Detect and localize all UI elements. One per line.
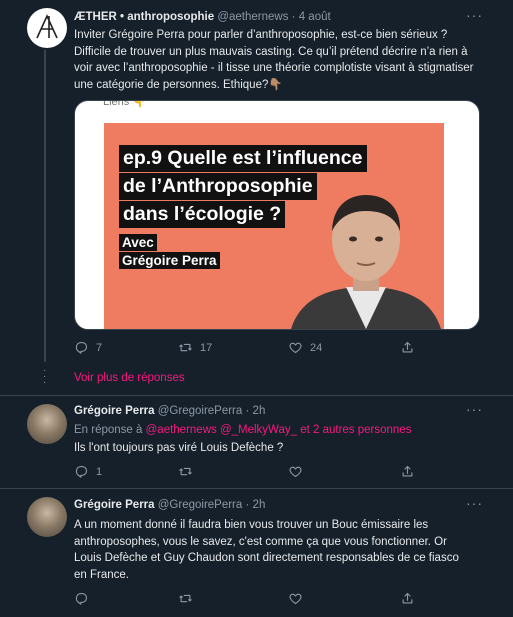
reply-context: En réponse à @aethernews @_MelkyWay_ et … [74, 422, 484, 439]
aether-logo-icon [36, 14, 58, 39]
author-handle[interactable]: @GregoirePerra [158, 499, 243, 511]
author-name[interactable]: Grégoire Perra [74, 499, 155, 511]
retweet-count: 17 [200, 341, 213, 354]
share-icon [400, 340, 415, 355]
thumb-sub-line: Grégoire Perra [119, 252, 220, 269]
retweet-icon [178, 591, 193, 606]
tweet-text: Inviter Grégoire Perra pour parler d’ant… [74, 29, 474, 91]
thumb-title-line: dans l’écologie ? [119, 201, 286, 228]
author-name[interactable]: Grégoire Perra [74, 405, 155, 417]
like-icon [288, 591, 303, 606]
more-options-icon[interactable]: ··· [466, 495, 483, 511]
share-icon [400, 464, 415, 479]
media-image[interactable]: Liens 👇 ep.9 Quelle est l’influence de l… [74, 100, 480, 330]
author-handle[interactable]: @GregoirePerra [158, 405, 243, 417]
reply-button[interactable]: 7 [74, 340, 102, 355]
retweet-icon [178, 340, 193, 355]
reply-icon [74, 340, 89, 355]
more-options-icon[interactable]: ··· [466, 7, 483, 23]
share-icon [400, 591, 415, 606]
like-icon [288, 464, 303, 479]
tweet-date[interactable]: 2h [253, 405, 266, 417]
reply-count: 1 [96, 465, 103, 478]
like-button[interactable] [288, 464, 310, 479]
thumb-title-line: ep.9 Quelle est l’influence [119, 145, 367, 172]
thumb-subtitle: Avec Grégoire Perra [119, 234, 220, 270]
share-button[interactable] [400, 340, 422, 355]
thread-line [44, 50, 46, 362]
share-button[interactable] [400, 591, 422, 606]
show-more-replies-link[interactable]: Voir plus de réponses [74, 372, 185, 384]
tweet-reply-1[interactable]: Grégoire Perra @GregoirePerra · 2h ··· E… [0, 396, 513, 488]
tweet-header: Grégoire Perra @GregoirePerra · 2h [74, 405, 265, 417]
share-button[interactable] [400, 464, 422, 479]
thumb-top-text: Liens 👇 [103, 100, 147, 108]
avatar[interactable] [27, 497, 67, 537]
thumb-title-line: de l’Anthroposophie [119, 173, 317, 200]
tweet-date[interactable]: 4 août [299, 11, 331, 23]
author-handle[interactable]: @aethernews [217, 11, 288, 23]
avatar[interactable] [27, 8, 67, 48]
retweet-button[interactable] [178, 464, 200, 479]
thread-dots: · · · [43, 365, 47, 388]
retweet-button[interactable] [178, 591, 200, 606]
retweet-icon [178, 464, 193, 479]
portrait-photo [291, 195, 441, 329]
tweet-actions: 1 [74, 464, 434, 484]
reply-prefix: En réponse à [74, 424, 143, 436]
reply-icon [74, 591, 89, 606]
dot-separator: · [245, 405, 250, 417]
reply-button[interactable] [74, 591, 96, 606]
tweet-date[interactable]: 2h [253, 499, 266, 511]
tweet-actions [74, 591, 434, 611]
avatar[interactable] [27, 404, 67, 444]
reply-icon [74, 464, 89, 479]
tweet-header: Grégoire Perra @GregoirePerra · 2h [74, 499, 265, 511]
thumb-sub-line: Avec [119, 234, 157, 251]
tweet-reply-2[interactable]: Grégoire Perra @GregoirePerra · 2h ··· A… [0, 489, 513, 617]
like-button[interactable] [288, 591, 310, 606]
like-button[interactable]: 24 [288, 340, 322, 355]
reply-count: 7 [96, 341, 103, 354]
tweet-header: ÆTHER • anthroposophie @aethernews · 4 a… [74, 11, 331, 23]
author-name[interactable]: ÆTHER • anthroposophie [74, 11, 214, 23]
reply-button[interactable]: 1 [74, 464, 102, 479]
dot-separator: · [291, 11, 296, 23]
retweet-button[interactable]: 17 [178, 340, 212, 355]
dot-separator: · [245, 499, 250, 511]
more-options-icon[interactable]: ··· [466, 401, 483, 417]
tweet-text: A un moment donné il faudra bien vous tr… [74, 519, 459, 581]
reply-to-links[interactable]: @aethernews @_MelkyWay_ et 2 autres pers… [146, 424, 412, 436]
tweet-aether[interactable]: ÆTHER • anthroposophie @aethernews · 4 a… [0, 0, 513, 368]
like-icon [288, 340, 303, 355]
tweet-text: Ils l'ont toujours pas viré Louis Defèch… [74, 442, 284, 454]
like-count: 24 [310, 341, 323, 354]
tweet-actions: 7 17 24 [74, 340, 434, 360]
